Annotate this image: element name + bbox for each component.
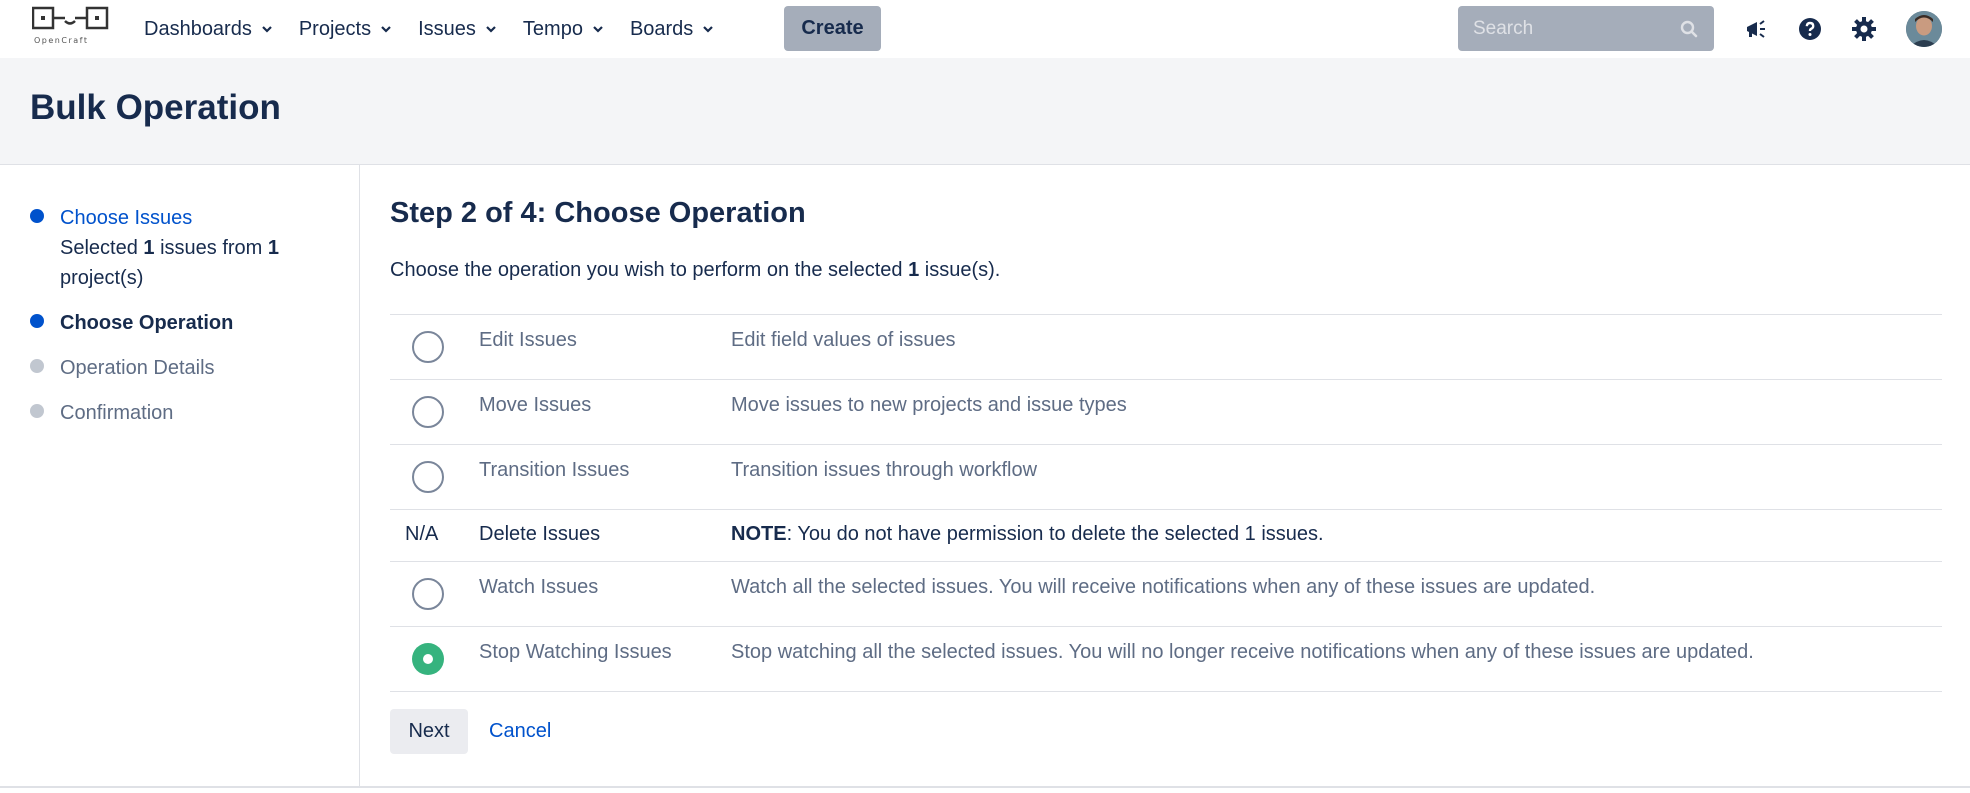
form-actions: Next Cancel (390, 709, 551, 754)
nav-tempo[interactable]: Tempo (523, 18, 604, 41)
operation-description: Stop watching all the selected issues. Y… (731, 641, 1754, 663)
operation-name: Watch Issues (479, 576, 599, 598)
stop-watching-issues-radio[interactable] (412, 643, 444, 675)
page-header: Bulk Operation (0, 58, 1970, 165)
edit-issues-radio[interactable] (412, 331, 444, 363)
search-box[interactable] (1458, 6, 1714, 51)
step-choose-issues: Choose Issues Selected 1 issues from 1 p… (30, 203, 279, 293)
operation-name: Edit Issues (479, 329, 577, 351)
summary-prefix: Selected (60, 237, 144, 259)
step-title: Step 2 of 4: Choose Operation (390, 197, 806, 229)
search-input[interactable] (1458, 17, 1658, 40)
operation-row-watch[interactable]: Watch Issues Watch all the selected issu… (390, 562, 1942, 627)
operation-name: Transition Issues (479, 459, 630, 481)
step-indicator-dot (30, 404, 44, 418)
opencraft-logo[interactable]: OpenCraft (31, 6, 112, 48)
avatar[interactable] (1906, 11, 1942, 47)
step-choose-issues-link[interactable]: Choose Issues (60, 203, 279, 233)
create-button[interactable]: Create (784, 6, 881, 51)
nav-issues-label: Issues (418, 17, 476, 40)
operation-description: NOTE: You do not have permission to dele… (731, 523, 1324, 546)
operation-row-delete: N/A Delete Issues NOTE: You do not have … (390, 510, 1942, 562)
chevron-down-icon (262, 26, 272, 33)
note-text: : You do not have permission to delete t… (786, 523, 1324, 545)
opencraft-logo-mark (31, 6, 109, 30)
gear-icon[interactable] (1851, 16, 1877, 42)
step-indicator-dot (30, 359, 44, 373)
watch-issues-radio[interactable] (412, 578, 444, 610)
top-navigation: OpenCraft Dashboards Projects Issues Tem… (0, 0, 1970, 58)
gear-icon-glyph (1852, 17, 1876, 41)
operation-row-edit[interactable]: Edit Issues Edit field values of issues (390, 315, 1942, 380)
operations-table: Edit Issues Edit field values of issues … (390, 314, 1942, 692)
steps-sidebar: Choose Issues Selected 1 issues from 1 p… (0, 165, 360, 787)
cancel-link[interactable]: Cancel (489, 720, 551, 743)
operation-name: Stop Watching Issues (479, 641, 672, 663)
desc-prefix: Choose the operation you wish to perform… (390, 259, 909, 281)
nav-dashboards-label: Dashboards (144, 17, 252, 40)
operation-description: Watch all the selected issues. You will … (731, 576, 1596, 598)
operation-row-move[interactable]: Move Issues Move issues to new projects … (390, 380, 1942, 445)
chevron-down-icon (486, 26, 496, 33)
desc-issue-count: 1 (908, 259, 920, 281)
operation-description: Edit field values of issues (731, 329, 956, 351)
nav-tempo-label: Tempo (522, 17, 583, 40)
search-icon[interactable] (1680, 20, 1698, 38)
operation-name: Delete Issues (479, 523, 601, 545)
transition-issues-radio[interactable] (412, 461, 444, 493)
operation-row-stop-watching[interactable]: Stop Watching Issues Stop watching all t… (390, 627, 1942, 692)
step-confirmation-label: Confirmation (60, 402, 174, 424)
step-choose-operation: Choose Operation (30, 308, 233, 338)
operation-description: Move issues to new projects and issue ty… (731, 394, 1127, 416)
nav-boards-label: Boards (629, 17, 694, 40)
avatar-image (1906, 11, 1942, 47)
operation-name: Move Issues (479, 394, 592, 416)
note-label: NOTE (731, 523, 787, 545)
desc-suffix: issue(s). (919, 259, 1001, 281)
nav-projects[interactable]: Projects (299, 18, 392, 41)
step-description: Choose the operation you wish to perform… (390, 259, 1000, 282)
logo-text: OpenCraft (34, 36, 89, 45)
step-confirmation: Confirmation (30, 398, 173, 428)
step-operation-details-label: Operation Details (60, 357, 215, 379)
move-issues-radio[interactable] (412, 396, 444, 428)
chevron-down-icon (593, 26, 603, 33)
step-choose-issues-summary: Selected 1 issues from 1 project(s) (60, 233, 279, 293)
summary-suffix: project(s) (60, 267, 144, 289)
summary-mid: issues from (154, 237, 268, 259)
not-available-label: N/A (405, 523, 439, 545)
help-icon[interactable] (1797, 16, 1823, 42)
nav-boards[interactable]: Boards (630, 18, 714, 41)
chevron-down-icon (381, 26, 391, 33)
megaphone-icon-glyph (1747, 20, 1765, 38)
operation-description: Transition issues through workflow (731, 459, 1038, 481)
operation-row-transition[interactable]: Transition Issues Transition issues thro… (390, 445, 1942, 510)
next-button[interactable]: Next (390, 709, 468, 754)
nav-projects-label: Projects (298, 17, 372, 40)
help-icon-glyph (1799, 18, 1821, 40)
main-nav: Dashboards Projects Issues Tempo Boards (144, 0, 740, 58)
page-title: Bulk Operation (30, 88, 281, 127)
nav-dashboards[interactable]: Dashboards (144, 18, 273, 41)
summary-project-count: 1 (267, 237, 279, 259)
footer-divider (0, 786, 1970, 788)
chevron-down-icon (703, 26, 714, 33)
step-indicator-dot (30, 314, 44, 328)
megaphone-icon[interactable] (1743, 16, 1769, 42)
step-choose-operation-label: Choose Operation (60, 312, 234, 334)
step-indicator-dot (30, 209, 44, 223)
step-operation-details: Operation Details (30, 353, 215, 383)
nav-issues[interactable]: Issues (418, 18, 497, 41)
summary-issue-count: 1 (143, 237, 155, 259)
